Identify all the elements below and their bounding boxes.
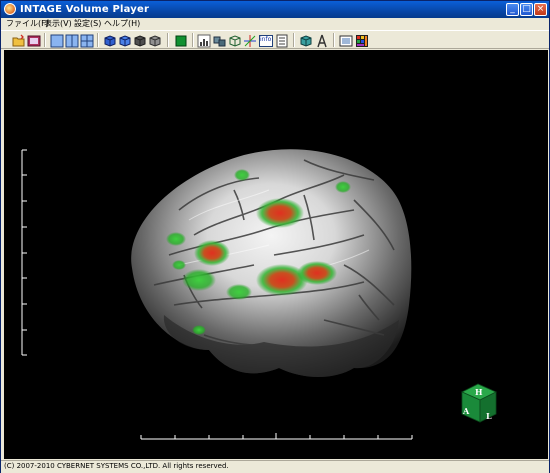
info-icon[interactable]: info [259,33,273,47]
color-map-icon[interactable] [355,33,369,47]
close-button[interactable]: × [534,3,547,16]
activation-red-blob [297,261,337,285]
blue-cube-icon[interactable] [118,33,132,47]
status-bar: (C) 2007-2010 CYBERNET SYSTEMS CO.,LTD. … [1,460,549,473]
menu-view[interactable]: 表示(V) [43,18,73,30]
activation-red-blob [194,240,230,266]
gray-cube-icon[interactable] [133,33,147,47]
open-folder-icon[interactable] [12,33,26,47]
maximize-button[interactable]: □ [520,3,533,16]
activation-green-blob [166,232,186,246]
quad-view-icon[interactable] [80,33,94,48]
activation-red-blob [256,198,304,228]
toolbar-separator [293,33,295,47]
list-icon[interactable] [275,33,289,48]
window-title: INTAGE Volume Player [20,4,150,15]
activation-green-blob [226,284,252,300]
info-icon-label: info [260,36,272,43]
blue-cube-icon[interactable] [103,33,117,47]
menu-bar: ファイル(F) 表示(V) 設定(S) ヘルプ(H) [1,18,549,30]
gray-cube-icon[interactable] [148,33,162,47]
volume-cubes-icon[interactable] [213,33,227,47]
activation-green-blob [182,269,216,291]
axes-icon[interactable] [243,33,257,47]
cube-label-top: H [475,387,483,397]
menu-settings[interactable]: 設定(S) [73,18,102,30]
single-view-icon[interactable] [50,33,64,48]
app-window: INTAGE Volume Player _ □ × ファイル(F) 表示(V)… [0,0,550,473]
minimize-button[interactable]: _ [506,3,519,16]
horizontal-ruler [140,433,413,440]
toolbar-separator [44,33,46,47]
wireframe-cube-icon[interactable] [228,33,242,47]
toolbar-separator [333,33,335,47]
toolbar: info [1,30,549,49]
app-icon[interactable] [4,3,16,15]
toolbar-separator [167,33,169,47]
compass-icon[interactable] [315,33,329,48]
activation-green-blob [172,260,186,270]
toolbar-separator [192,33,194,47]
copyright-text: (C) 2007-2010 CYBERNET SYSTEMS CO.,LTD. … [4,462,229,470]
save-image-icon[interactable] [27,33,41,47]
menu-help[interactable]: ヘルプ(H) [103,18,141,30]
activation-green-blob [192,325,206,335]
activation-green-blob [234,169,250,181]
teal-cube-icon[interactable] [299,33,313,47]
screen-icon[interactable] [339,33,353,47]
volume-viewport[interactable]: H A L [4,50,548,459]
activation-green-blob [335,181,351,193]
dual-view-icon[interactable] [65,33,79,48]
vertical-ruler [21,149,27,356]
brain-render [21,149,497,440]
cube-label-front: A [463,406,470,416]
histogram-icon[interactable] [197,33,211,48]
cube-label-side: L [486,411,492,421]
green-square-icon[interactable] [174,33,188,47]
title-bar[interactable]: INTAGE Volume Player _ □ × [1,1,549,18]
toolbar-separator [97,33,99,47]
